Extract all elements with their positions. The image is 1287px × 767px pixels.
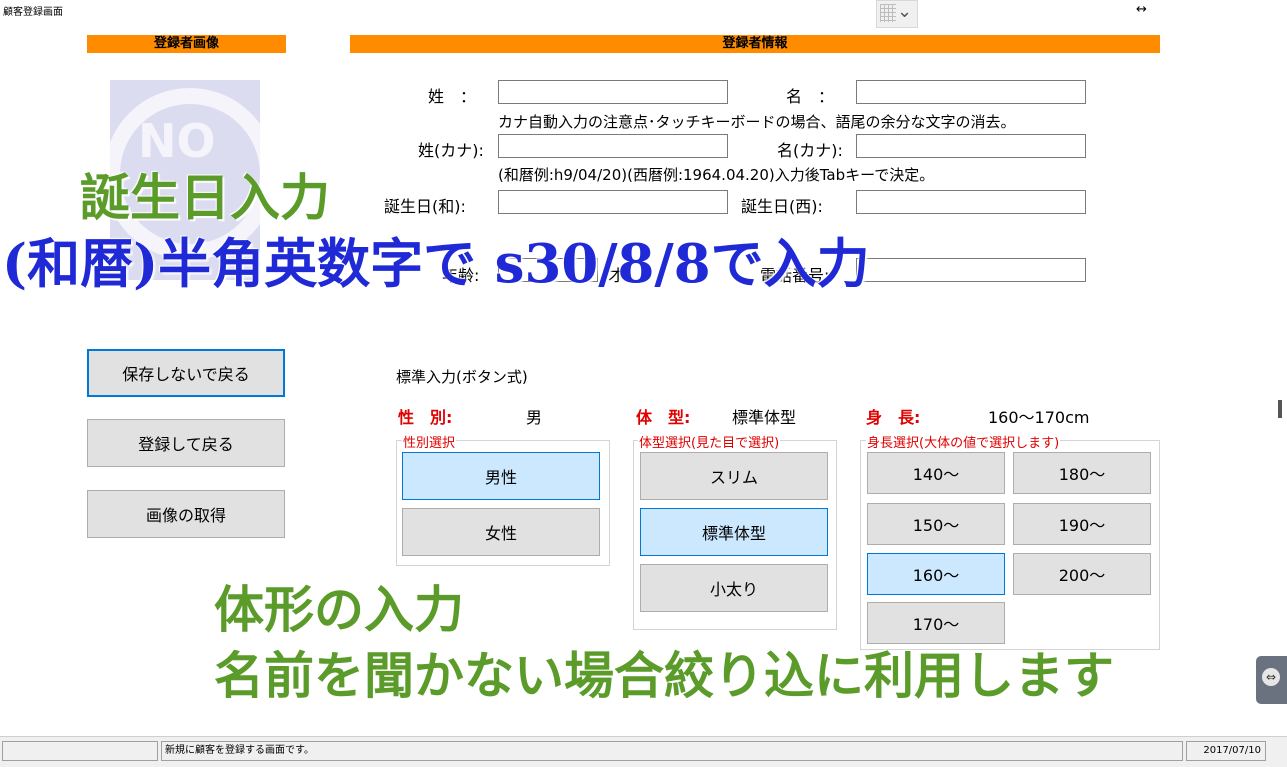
status-date: 2017/07/10 (1186, 741, 1266, 761)
registrant-image-header: 登録者画像 (87, 35, 286, 53)
body-option-standard[interactable]: 標準体型 (640, 508, 828, 556)
phone-input[interactable] (856, 258, 1086, 282)
gender-label: 性 別: (398, 408, 453, 427)
scroll-marker (1278, 400, 1282, 418)
body-option-slim[interactable]: スリム (640, 452, 828, 500)
circle-arrow-icon: ⇔ (1262, 668, 1280, 686)
body-type-label: 体 型: (636, 408, 691, 427)
registrant-info-header: 登録者情報 (350, 35, 1160, 53)
height-option-200[interactable]: 200～ (1013, 553, 1151, 595)
kana-note: カナ自動入力の注意点･タッチキーボードの場合、語尾の余分な文字の消去。 (498, 113, 1016, 131)
save-and-back-button[interactable]: 登録して戻る (87, 419, 285, 467)
height-label: 身 長: (866, 408, 921, 427)
back-without-save-button[interactable]: 保存しないで戻る (87, 349, 285, 397)
gender-option-female[interactable]: 女性 (402, 508, 600, 556)
sei-kana-input[interactable] (498, 134, 728, 158)
mei-kana-input[interactable] (856, 134, 1086, 158)
birthday-seireki-input[interactable] (856, 190, 1086, 214)
sei-kana-label: 姓(カナ): (418, 141, 484, 160)
get-image-button[interactable]: 画像の取得 (87, 490, 285, 538)
status-left-cell (2, 741, 158, 761)
height-option-140[interactable]: 140～ (867, 452, 1005, 494)
standard-input-title: 標準入力(ボタン式) (396, 368, 528, 386)
height-value: 160～170cm (988, 408, 1090, 427)
grid-icon (880, 4, 896, 22)
layout-dropdown-icon[interactable]: ⌄ (876, 0, 918, 28)
overlay-body-title: 体形の入力 (214, 580, 464, 639)
sei-label: 姓 ： (428, 87, 477, 106)
gender-option-male[interactable]: 男性 (402, 452, 600, 500)
overlay-birthday-title: 誕生日入力 (80, 168, 330, 227)
birthday-note: (和暦例:h9/04/20)(西暦例:1964.04.20)入力後Tabキーで決… (498, 166, 935, 184)
height-option-160[interactable]: 160～ (867, 553, 1005, 595)
overlay-body-hint: 名前を聞かない場合絞り込に利用します (214, 646, 1114, 705)
overlay-birthday-hint: (和暦)半角英数字で s30/8/8で入力 (2, 233, 870, 295)
height-option-150[interactable]: 150～ (867, 503, 1005, 545)
body-type-value: 標準体型 (732, 408, 797, 427)
height-option-180[interactable]: 180～ (1013, 452, 1151, 494)
gender-value: 男 (526, 408, 543, 427)
birthday-seireki-label: 誕生日(西): (741, 197, 823, 216)
height-select-group-label: 身長選択(大体の値で選択します) (866, 432, 1061, 451)
body-type-select-group-label: 体型選択(見た目で選択) (638, 432, 781, 451)
birthday-wa-input[interactable] (498, 190, 728, 214)
mei-kana-label: 名(カナ): (777, 141, 843, 160)
birthday-wa-label: 誕生日(和): (384, 197, 466, 216)
status-message: 新規に顧客を登録する画面です。 (161, 741, 1183, 761)
body-option-chubby[interactable]: 小太り (640, 564, 828, 612)
window-title: 顧客登録画面 (3, 7, 63, 18)
mei-input[interactable] (856, 80, 1086, 104)
resize-icon[interactable]: ↔ (1136, 2, 1147, 17)
mei-label: 名 ： (786, 87, 835, 106)
side-nav-button[interactable]: ⇔ (1256, 656, 1287, 704)
gender-select-group-label: 性別選択 (402, 432, 457, 451)
chevron-down-icon: ⌄ (897, 1, 913, 22)
status-bar: 新規に顧客を登録する画面です。 2017/07/10 (0, 736, 1287, 767)
sei-input[interactable] (498, 80, 728, 104)
height-option-190[interactable]: 190～ (1013, 503, 1151, 545)
